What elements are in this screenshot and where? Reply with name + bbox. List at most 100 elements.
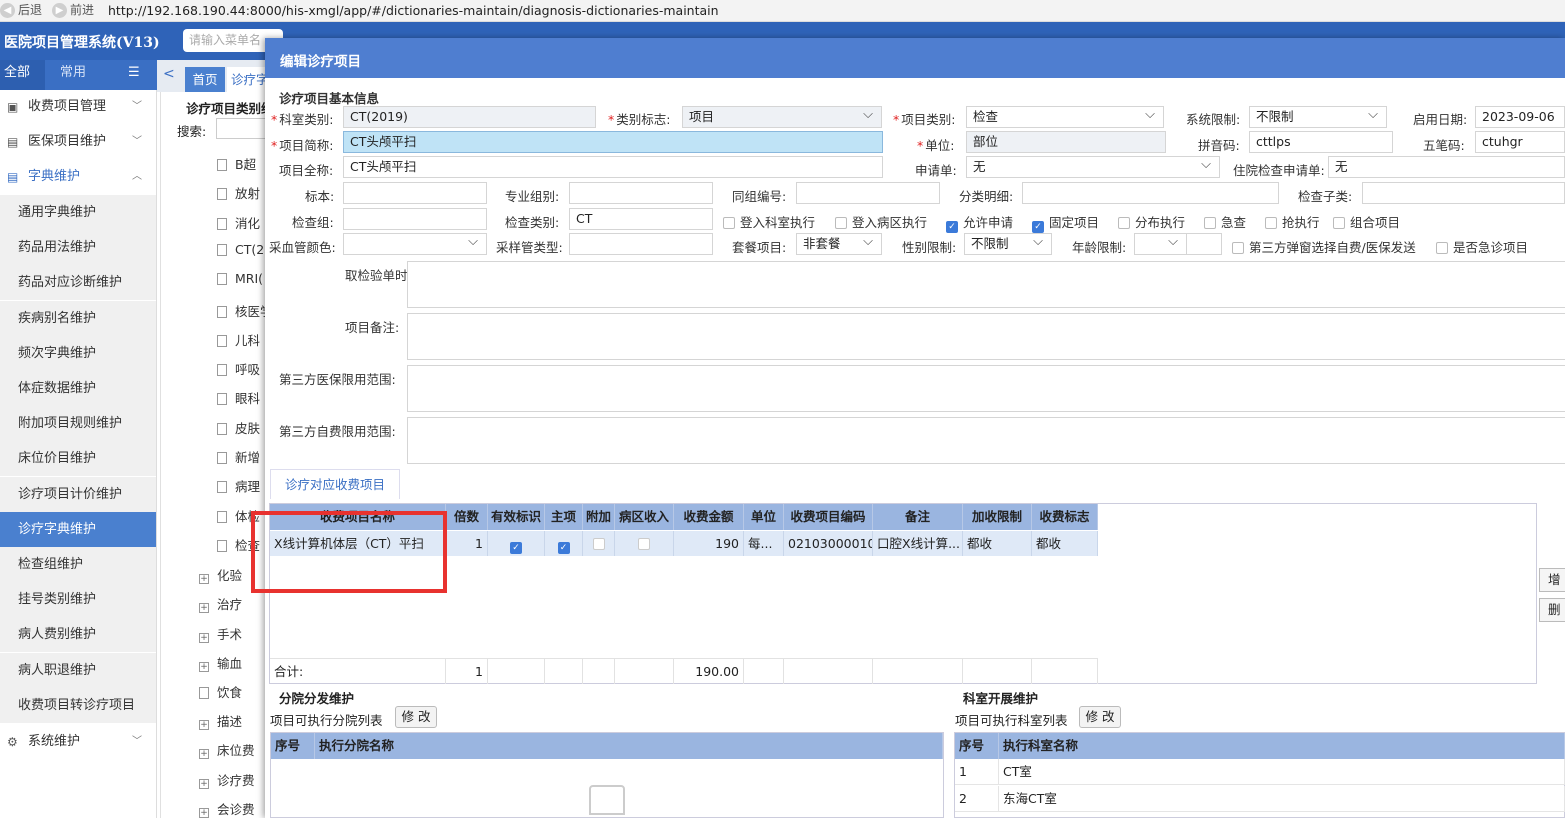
short-name-field[interactable]: CT头颅平扫 (343, 131, 883, 153)
grid-cell[interactable]: 都收 (1032, 531, 1098, 556)
sidebar-item[interactable]: 收费项目转诊疗项目 (0, 687, 156, 723)
specimen-field[interactable] (343, 182, 487, 204)
sidebar-item[interactable]: 病人职退维护 (0, 652, 156, 688)
class-detail-field[interactable] (1022, 182, 1279, 204)
grid-cell[interactable]: 口腔X线计算... (873, 531, 963, 556)
unchecked-checkbox-icon[interactable] (592, 538, 605, 550)
sidebar-item[interactable]: 附加项目规则维护 (0, 406, 156, 442)
menu-group-charge[interactable]: ▣ 收费项目管理 ﹀ (0, 90, 156, 124)
sidebar-item[interactable]: 床位价目维护 (0, 441, 156, 477)
tab-home[interactable]: 首页 (185, 67, 225, 92)
third-party-checkbox[interactable]: 第三方弹窗选择自费/医保发送 (1232, 237, 1416, 256)
grid-column-header[interactable]: 附加 (583, 504, 615, 530)
grid-cell[interactable] (583, 531, 615, 556)
check-type-field[interactable]: CT (569, 208, 713, 230)
sidebar-item[interactable]: 病人费别维护 (0, 617, 156, 653)
full-name-field[interactable]: CT头颅平扫 (343, 156, 883, 178)
tree-node[interactable]: 饮食 (199, 682, 242, 701)
grid-column-header[interactable]: 收费标志 (1032, 504, 1098, 530)
sidebar-item[interactable]: 疾病别名维护 (0, 300, 156, 336)
tree-node[interactable]: + 会诊费 (199, 799, 255, 818)
tree-node[interactable]: 消化 (217, 213, 260, 232)
tube-color-select[interactable] (343, 233, 487, 255)
wubi-field[interactable]: ctuhgr (1475, 131, 1565, 153)
grid-cell[interactable]: ✓ (545, 531, 583, 556)
group-no-field[interactable] (796, 182, 940, 204)
tree-node[interactable]: + 输血 (199, 653, 242, 672)
type-flag-select[interactable]: 项目 (682, 106, 882, 128)
sidebar-item[interactable]: 频次字典维护 (0, 335, 156, 371)
grid-column-header[interactable]: 倍数 (446, 504, 488, 530)
unchecked-checkbox-icon[interactable] (638, 538, 650, 550)
sidebar-item[interactable]: 检查组维护 (0, 547, 156, 582)
tab-charge-items[interactable]: 诊疗对应收费项目 (270, 469, 400, 499)
sidebar-item[interactable]: 挂号类别维护 (0, 582, 156, 618)
tree-node[interactable]: 呼吸 (217, 359, 260, 378)
allow-apply-checkbox[interactable]: ✓ 允许申请 (946, 212, 1013, 233)
emergency-checkbox[interactable]: 是否急诊项目 (1436, 237, 1528, 256)
sub-type-field[interactable] (1362, 182, 1565, 204)
tube-type-field[interactable] (569, 233, 713, 255)
tree-node[interactable]: 新增 (217, 447, 260, 466)
grid-column-header[interactable]: 收费项目编码 (784, 504, 873, 530)
system-limit-select[interactable]: 不限制 (1249, 106, 1387, 128)
remark-textarea[interactable] (407, 313, 1565, 360)
sidebar-item[interactable]: 诊疗项目计价维护 (0, 476, 156, 512)
unit-field[interactable]: 部位 (966, 131, 1166, 153)
tree-node[interactable]: 皮肤 (217, 418, 260, 437)
insurance-scope-textarea[interactable] (407, 365, 1565, 412)
menu-toggle-icon[interactable]: ☰ (128, 60, 140, 90)
grid-cell[interactable]: 都收 (963, 531, 1032, 556)
grid-cell[interactable] (615, 531, 674, 556)
grid-cell[interactable]: 1 (446, 531, 488, 556)
tab-common[interactable]: 常用 (60, 60, 86, 90)
dept-row-no[interactable]: 1 (955, 759, 999, 785)
ward-exec-checkbox[interactable]: 登入病区执行 (835, 212, 927, 231)
grid-column-header[interactable]: 有效标识 (488, 504, 545, 530)
grid-column-header[interactable]: 单位 (744, 504, 784, 530)
tree-node[interactable]: 病理 (217, 476, 260, 495)
forward-button[interactable]: ▶ 前进 (52, 2, 94, 18)
age-select[interactable] (1134, 233, 1187, 255)
item-category-select[interactable]: 检查 (966, 106, 1164, 128)
checked-checkbox-icon[interactable]: ✓ (557, 542, 570, 554)
tree-node[interactable]: + 床位费 (199, 740, 255, 760)
grid-column-header[interactable]: 病区收入 (615, 504, 674, 530)
grid-cell[interactable]: 190 (674, 531, 744, 556)
delete-charge-button[interactable]: 删除 (1539, 598, 1565, 622)
sidebar-item[interactable]: 药品对应诊断维护 (0, 265, 156, 301)
tree-node[interactable]: + 手术 (199, 624, 242, 643)
sidebar-item[interactable]: 体症数据维护 (0, 371, 156, 406)
gender-select[interactable]: 不限制 (964, 233, 1052, 255)
combo-checkbox[interactable]: 组合项目 (1333, 212, 1400, 231)
check-group-field[interactable] (343, 208, 487, 230)
split-exec-checkbox[interactable]: 分布执行 (1118, 212, 1185, 231)
tree-node[interactable]: + 描述 (199, 711, 242, 730)
grid-column-header[interactable]: 主项 (545, 504, 583, 530)
back-button[interactable]: ◀ 后退 (0, 2, 42, 18)
sidebar-item[interactable]: 药品用法维护 (0, 230, 156, 266)
grid-column-header[interactable]: 加收限制 (963, 504, 1032, 530)
dept-row-name[interactable]: 东海CT室 (999, 786, 1565, 812)
tree-node[interactable]: + 化验 (199, 565, 242, 584)
menu-group-dictionary[interactable]: ▤ 字典维护 ︿ (0, 160, 156, 194)
checked-checkbox-icon[interactable]: ✓ (510, 542, 522, 554)
package-select[interactable]: 非套餐 (796, 233, 882, 255)
menu-group-insurance[interactable]: ▤ 医保项目维护 ﹀ (0, 125, 156, 159)
sidebar-item[interactable]: 通用字典维护 (0, 195, 156, 230)
tree-node[interactable]: B超 (217, 154, 256, 173)
grid-column-header[interactable]: 收费金额 (674, 504, 744, 530)
tree-node[interactable]: 儿科 (217, 330, 260, 349)
enable-date-field[interactable]: 2023-09-06 (1475, 106, 1565, 128)
tree-node[interactable]: MRI( (217, 271, 263, 286)
fixed-item-checkbox[interactable]: ✓ 固定项目 (1032, 212, 1099, 233)
grid-column-header[interactable]: 备注 (873, 504, 963, 530)
chevron-left-icon[interactable]: < (163, 66, 175, 82)
sidebar-item[interactable]: 诊疗字典维护 (0, 511, 156, 547)
address-bar[interactable]: http://192.168.190.44:8000/his-xmgl/app/… (108, 3, 719, 18)
dept-exec-checkbox[interactable]: 登入科室执行 (723, 212, 815, 231)
pickup-time-textarea[interactable] (407, 261, 1565, 308)
dept-row-name[interactable]: CT室 (999, 759, 1565, 785)
grid-cell[interactable]: 每... (744, 531, 784, 556)
tab-diagnosis-dictionary[interactable]: 诊疗字典 (227, 67, 267, 92)
